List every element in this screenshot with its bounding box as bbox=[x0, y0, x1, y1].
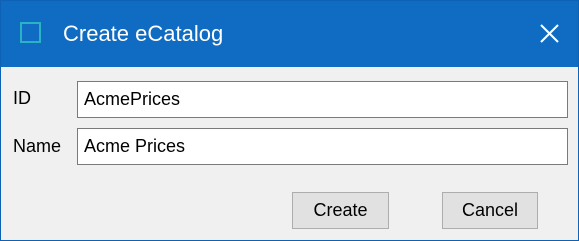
close-icon bbox=[540, 24, 559, 43]
id-label: ID bbox=[13, 88, 31, 108]
cancel-button[interactable]: Cancel bbox=[442, 192, 538, 229]
create-ecatalog-dialog: Create eCatalog ID Name Create Cancel bbox=[0, 0, 579, 241]
create-button[interactable]: Create bbox=[292, 192, 389, 229]
app-window-icon bbox=[20, 22, 41, 43]
name-field[interactable] bbox=[77, 128, 568, 165]
title-bar[interactable]: Create eCatalog bbox=[1, 1, 578, 67]
name-label: Name bbox=[13, 136, 62, 156]
id-field[interactable] bbox=[77, 81, 568, 118]
window-title: Create eCatalog bbox=[63, 21, 224, 46]
close-button[interactable] bbox=[520, 1, 578, 67]
